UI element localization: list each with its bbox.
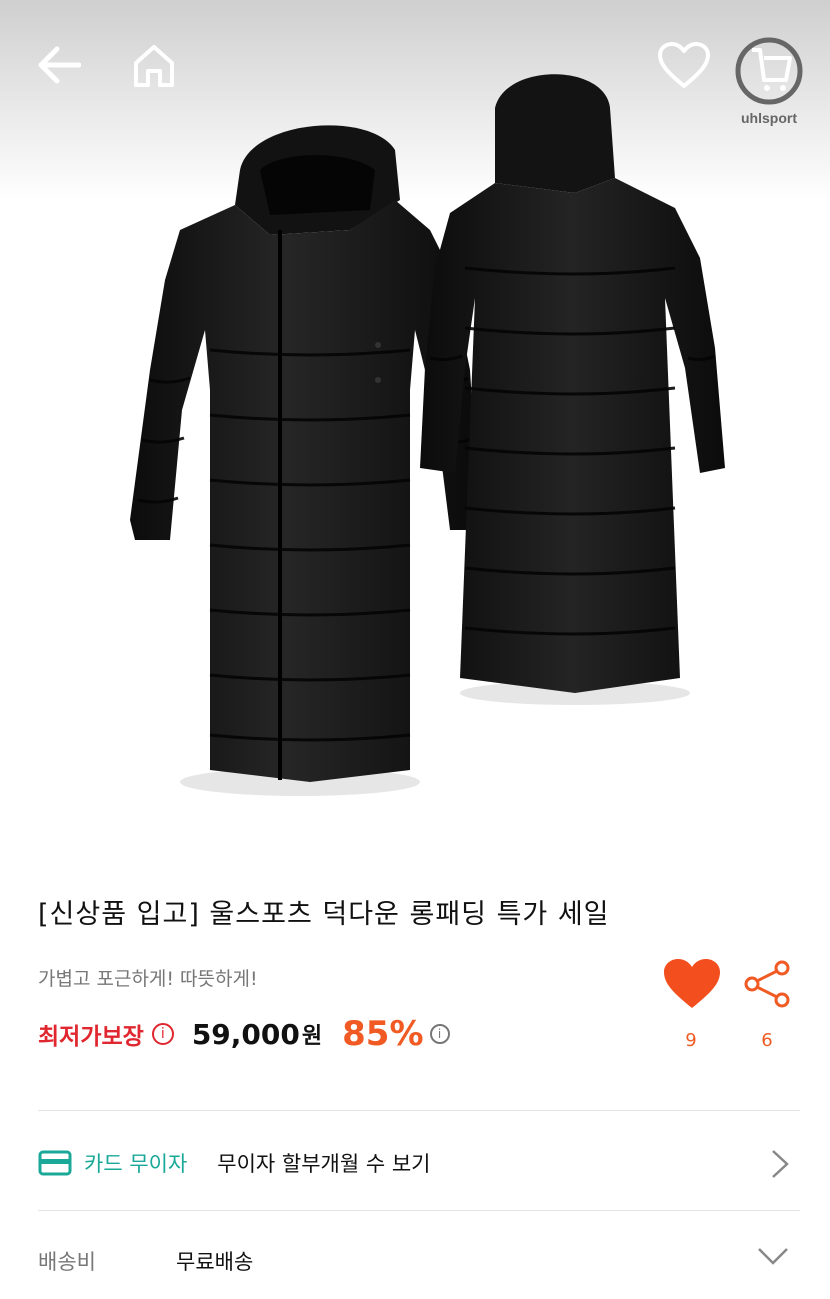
info-icon[interactable]: i xyxy=(151,1023,174,1045)
credit-card-icon xyxy=(38,1150,72,1176)
like-count: 9 xyxy=(685,1030,697,1051)
currency-label: 원 xyxy=(301,1024,323,1049)
heart-outline-icon xyxy=(658,42,710,88)
chevron-right-icon xyxy=(772,1150,789,1178)
shipping-row[interactable]: 배송비 무료배송 xyxy=(38,1236,800,1286)
lowest-price-guarantee: 최저가보장 xyxy=(38,1024,144,1050)
product-price: 59,000 xyxy=(191,1017,300,1051)
back-arrow-icon xyxy=(38,46,81,84)
home-icon xyxy=(134,45,174,87)
wishlist-button[interactable] xyxy=(654,38,714,94)
divider xyxy=(38,1110,800,1111)
home-button[interactable] xyxy=(126,38,182,94)
card-installment-row[interactable]: 카드 무이자 무이자 할부개월 수 보기 xyxy=(38,1136,800,1190)
card-installment-label: 카드 무이자 xyxy=(84,1152,188,1176)
share-count: 6 xyxy=(761,1030,773,1051)
discount-rate: 85% xyxy=(342,1014,424,1054)
divider xyxy=(38,1210,800,1211)
chevron-down-icon xyxy=(758,1248,788,1265)
coat-back-image xyxy=(420,74,725,705)
cart-icon xyxy=(735,37,803,105)
shipping-label: 배송비 xyxy=(38,1250,96,1274)
heart-filled-icon xyxy=(664,959,720,1008)
top-bar: uhlsport xyxy=(0,0,830,130)
brand-logo: uhlsport xyxy=(741,110,797,126)
product-subtitle: 가볍고 포근하게! 따뜻하게! xyxy=(38,968,258,990)
price-row: 최저가보장 i 59,000 원 85% i xyxy=(38,1014,450,1054)
product-title: [신상품 입고] 울스포츠 덕다운 롱패딩 특가 세일 xyxy=(38,899,610,930)
cart-button[interactable] xyxy=(732,34,806,108)
share-icon xyxy=(744,960,790,1008)
card-installment-text: 무이자 할부개월 수 보기 xyxy=(217,1152,431,1176)
discount-info-icon[interactable]: i xyxy=(429,1024,450,1044)
back-button[interactable] xyxy=(28,40,88,90)
like-button[interactable] xyxy=(662,958,722,1010)
share-button[interactable] xyxy=(742,960,794,1008)
product-image[interactable]: uhlsport xyxy=(0,0,830,840)
shipping-value: 무료배송 xyxy=(176,1250,254,1274)
